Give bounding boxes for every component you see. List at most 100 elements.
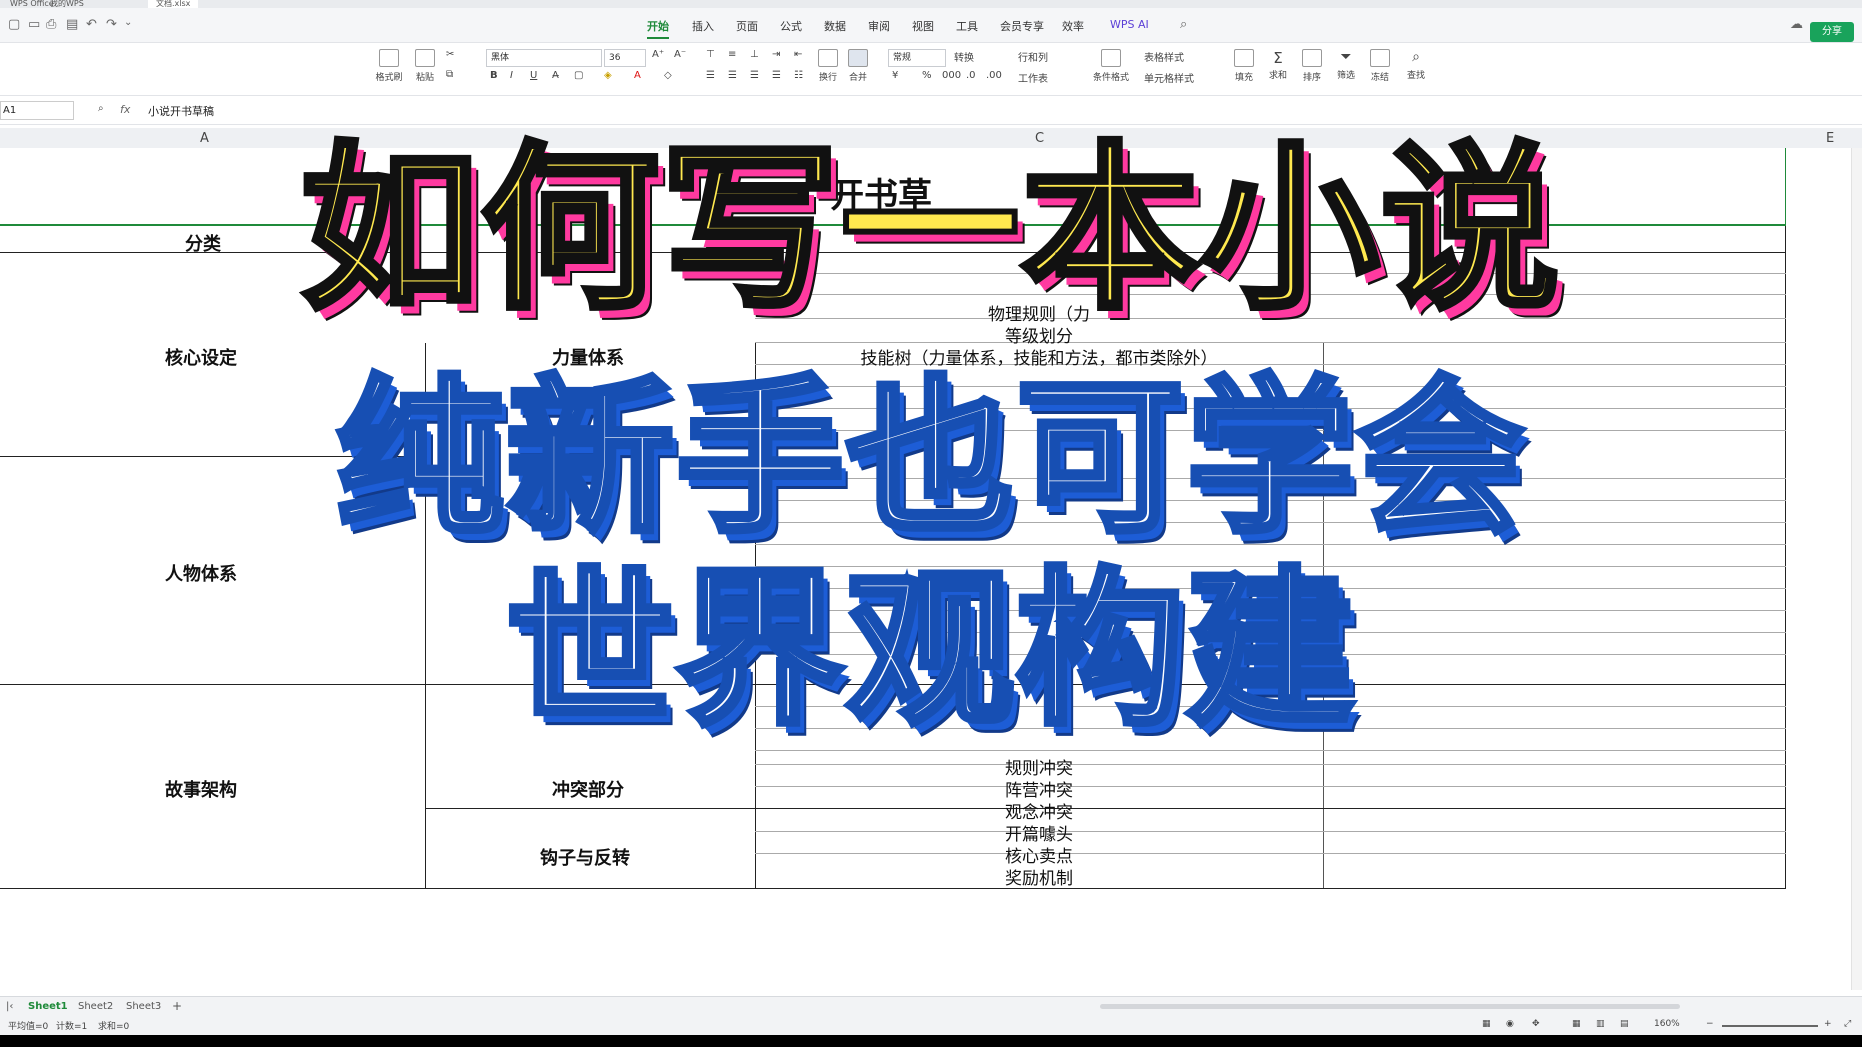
eye-protection-icon[interactable]: ◉ — [1506, 1019, 1514, 1029]
menu-insert[interactable]: 插入 — [692, 18, 714, 34]
number-format-select[interactable]: 常规 — [888, 49, 946, 67]
font-decrease-icon[interactable]: A⁻ — [674, 49, 686, 60]
align-center-icon[interactable]: ☰ — [728, 70, 737, 81]
tab-scroll-left-icon[interactable]: |‹ — [6, 1001, 13, 1012]
grid-view-icon[interactable]: ▦ — [1572, 1019, 1581, 1029]
rows-cols-button[interactable]: 行和列 — [1018, 49, 1048, 64]
preview-icon[interactable]: ▤ — [66, 17, 78, 32]
font-increase-icon[interactable]: A⁺ — [652, 49, 664, 60]
document-tab[interactable]: 文档.xlsx — [148, 0, 199, 8]
copy-icon[interactable]: ⧉ — [446, 69, 453, 80]
filter-button[interactable]: ⏷ 筛选 — [1332, 49, 1360, 81]
menu-data[interactable]: 数据 — [824, 18, 846, 34]
zoom-slider[interactable] — [1722, 1025, 1818, 1027]
decimal-increase-icon[interactable]: .0 — [966, 70, 976, 81]
font-color-icon[interactable]: A — [634, 70, 641, 81]
fill-color-icon[interactable]: ◈ — [604, 70, 612, 81]
align-left-icon[interactable]: ☰ — [706, 70, 715, 81]
paste-button[interactable]: 粘贴 — [410, 49, 440, 83]
sort-button[interactable]: 排序 — [1298, 49, 1326, 83]
menu-home[interactable]: 开始 — [647, 18, 669, 39]
align-bottom-icon[interactable]: ⊥ — [750, 49, 759, 60]
zoom-level[interactable]: 160% — [1654, 1019, 1680, 1029]
category-core-settings[interactable]: 核心设定 — [165, 344, 237, 370]
menu-page[interactable]: 页面 — [736, 18, 758, 34]
menu-formula[interactable]: 公式 — [780, 18, 802, 34]
fullscreen-icon[interactable]: ⤢ — [1844, 1019, 1851, 1029]
search-icon[interactable]: ⌕ — [1180, 17, 1187, 32]
open-icon[interactable]: ▭ — [28, 17, 40, 32]
conditional-format-icon — [1101, 49, 1121, 67]
sheet-tab-2[interactable]: Sheet2 — [78, 1001, 113, 1012]
wrap-button[interactable]: 换行 — [814, 49, 842, 83]
conditional-format-button[interactable]: 条件格式 — [1088, 49, 1134, 83]
menu-wps-ai[interactable]: WPS AI — [1110, 18, 1149, 31]
outdent-icon[interactable]: ⇤ — [794, 49, 802, 60]
item-hook-twist[interactable]: 钩子与反转 — [540, 844, 630, 870]
align-top-icon[interactable]: ⊤ — [706, 49, 715, 60]
formula-input[interactable]: 小说开书草稿 — [148, 103, 214, 119]
merge-icon — [848, 49, 868, 67]
zoom-in-icon[interactable]: + — [1824, 1019, 1832, 1029]
strikethrough-icon[interactable]: A̶ — [552, 70, 559, 81]
menu-tools[interactable]: 工具 — [956, 18, 978, 34]
horizontal-scrollbar[interactable] — [1100, 1004, 1680, 1009]
sum-button[interactable]: Σ 求和 — [1264, 49, 1292, 81]
align-middle-icon[interactable]: ≡ — [728, 49, 736, 60]
menu-review[interactable]: 审阅 — [868, 18, 890, 34]
cut-icon[interactable]: ✂ — [446, 49, 454, 60]
zoom-formula-icon[interactable]: ⌕ — [98, 103, 104, 114]
menu-member[interactable]: 会员专享 — [1000, 18, 1044, 34]
print-icon[interactable]: ⎙ — [46, 17, 56, 32]
fill-button[interactable]: 填充 — [1230, 49, 1258, 83]
font-name-select[interactable]: 黑体 — [486, 49, 602, 67]
share-button[interactable]: 分享 — [1810, 22, 1854, 42]
bold-icon[interactable]: B — [490, 70, 498, 81]
overlay-title-line3: 世界观构建 — [503, 552, 1357, 748]
cell-style-button[interactable]: 单元格样式 — [1144, 70, 1194, 85]
align-right-icon[interactable]: ☰ — [750, 70, 759, 81]
page-layout-icon[interactable]: ▥ — [1596, 1019, 1605, 1029]
center-view-icon[interactable]: ✥ — [1532, 1019, 1540, 1029]
zoom-out-icon[interactable]: − — [1706, 1019, 1714, 1029]
table-style-button[interactable]: 表格样式 — [1144, 49, 1184, 64]
font-size-select[interactable]: 36 — [604, 49, 646, 67]
freeze-button[interactable]: 冻结 — [1366, 49, 1394, 83]
justify-icon[interactable]: ☰ — [772, 70, 781, 81]
merge-button[interactable]: 合并 — [842, 49, 874, 83]
italic-icon[interactable]: I — [510, 70, 513, 81]
worksheet-button[interactable]: 工作表 — [1018, 70, 1048, 85]
menu-efficiency[interactable]: 效率 — [1062, 18, 1084, 34]
convert-button[interactable]: 转换 — [954, 49, 974, 64]
video-bottom-edge — [0, 1035, 1862, 1047]
detail-reward-mechanism[interactable]: 奖励机制 — [755, 864, 1323, 889]
fx-icon[interactable]: fx — [120, 103, 130, 116]
name-box[interactable]: A1 — [0, 101, 74, 120]
item-conflict[interactable]: 冲突部分 — [552, 776, 624, 802]
fill-icon — [1234, 49, 1254, 67]
indent-icon[interactable]: ⇥ — [772, 49, 780, 60]
decimal-decrease-icon[interactable]: .00 — [986, 70, 1002, 81]
save-icon[interactable]: ▢ — [8, 17, 20, 32]
sheet-tab-3[interactable]: Sheet3 — [126, 1001, 161, 1012]
percent-icon[interactable]: % — [922, 70, 932, 81]
find-button[interactable]: ⌕ 查找 — [1402, 49, 1430, 81]
normal-view-icon[interactable]: ▦ — [1482, 1019, 1491, 1029]
eraser-icon[interactable]: ◇ — [664, 70, 672, 81]
undo-icon[interactable]: ↶ — [86, 17, 97, 32]
border-icon[interactable]: ▢ — [574, 70, 583, 81]
page-break-icon[interactable]: ▤ — [1620, 1019, 1629, 1029]
chevron-down-icon[interactable]: ⌄ — [124, 17, 132, 28]
redo-icon[interactable]: ↷ — [106, 17, 117, 32]
currency-icon[interactable]: ¥ — [892, 70, 898, 81]
format-painter-button[interactable]: 格式刷 — [374, 49, 404, 83]
underline-icon[interactable]: U — [530, 70, 537, 81]
thousands-icon[interactable]: 000 — [942, 70, 961, 81]
cloud-icon[interactable]: ☁ — [1790, 17, 1803, 32]
add-sheet-icon[interactable]: + — [172, 999, 182, 1013]
home-tab[interactable]: 我的WPS — [42, 0, 92, 8]
category-story-structure[interactable]: 故事架构 — [165, 776, 237, 802]
sheet-tab-1[interactable]: Sheet1 — [28, 1001, 68, 1012]
distributed-icon[interactable]: ☷ — [794, 70, 803, 81]
menu-view[interactable]: 视图 — [912, 18, 934, 34]
